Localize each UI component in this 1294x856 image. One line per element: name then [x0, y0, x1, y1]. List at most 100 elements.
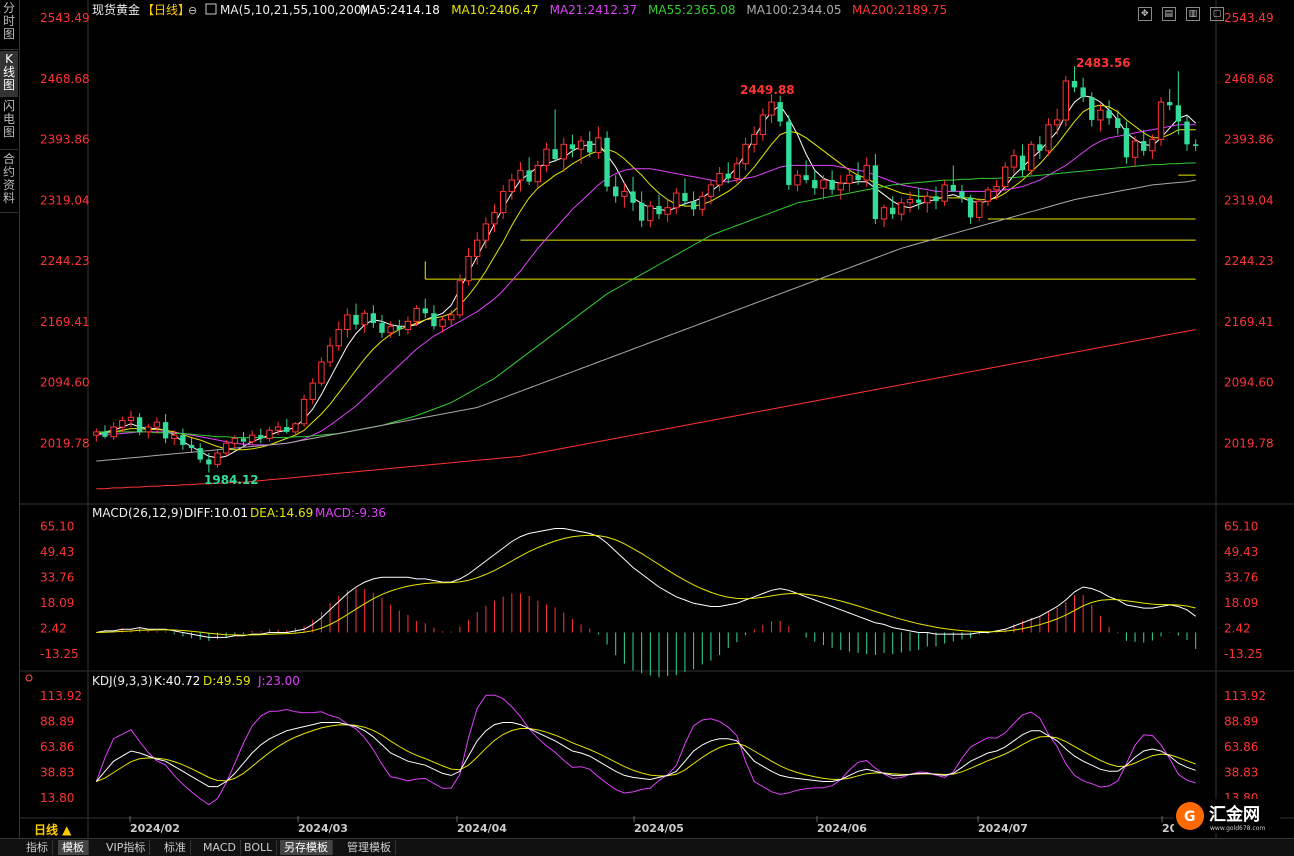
kdj-marker-icon[interactable]: [25, 674, 33, 682]
candle-body: [110, 426, 117, 438]
candle-body: [248, 434, 256, 443]
macd-params: MACD(26,12,9): [92, 506, 183, 520]
tab-indicators[interactable]: 指标: [22, 840, 53, 855]
candle-body: [197, 448, 203, 460]
tab-boll[interactable]: BOLL: [240, 840, 278, 855]
candle-body: [1167, 102, 1173, 106]
candle-body: [222, 442, 230, 454]
candle-body: [915, 199, 922, 203]
candle-body: [751, 134, 758, 145]
tab-flash-chart[interactable]: 闪电图: [0, 98, 18, 150]
candle-body: [491, 212, 498, 225]
period-selector[interactable]: 日线 ▲: [34, 822, 72, 837]
logo-url: www.gold678.com: [1210, 825, 1265, 832]
candle-body: [1184, 121, 1190, 145]
candle-body: [984, 189, 992, 202]
ma-line-ma200: [96, 329, 1196, 490]
candle-body: [309, 382, 316, 400]
kdj-d-line: [96, 724, 1196, 782]
split-icon[interactable]: ▥: [1185, 7, 1200, 21]
candle-body: [577, 140, 585, 150]
tab-macd[interactable]: MACD: [199, 840, 241, 855]
price-chart[interactable]: 65.10 65.10 49.43 49.43 33.76 33.76 18.09 18.09…: [20, 0, 1294, 838]
candle-body: [933, 196, 939, 202]
kdj-tick-right: 38.83: [1224, 766, 1258, 780]
candle-body: [1115, 118, 1121, 129]
candle-body: [1131, 140, 1139, 158]
candle-body: [846, 174, 853, 184]
macd-tick-left: 49.43: [40, 545, 74, 559]
candle-body: [1089, 97, 1095, 120]
candle-body: [560, 143, 567, 160]
candle-body: [621, 190, 628, 197]
tab-manage-templates[interactable]: 管理模板: [343, 840, 396, 855]
ma-value-2: MA21:2412.37: [550, 3, 638, 17]
macd-tick-left: 65.10: [40, 520, 74, 534]
candle-body: [153, 421, 161, 428]
price-tick-left: 2468.68: [40, 72, 90, 86]
date-tick: 2024/05: [634, 822, 684, 835]
settings-icon[interactable]: ⊖: [188, 4, 197, 17]
candle-body: [664, 207, 671, 215]
candle-body: [517, 169, 524, 181]
candle-body: [180, 435, 186, 445]
ma-line-ma55: [96, 162, 1196, 439]
candle-body: [318, 361, 325, 384]
candle-body: [552, 149, 558, 159]
tab-contract-info[interactable]: 合约资料: [0, 151, 18, 213]
grid-icon[interactable]: ▤: [1161, 7, 1176, 21]
svg-text:G: G: [1184, 809, 1196, 825]
date-tick: 2024/06: [817, 822, 867, 835]
chart-toolbar: ✥ ▤ ▥ ▢: [1133, 1, 1224, 21]
move-icon[interactable]: ✥: [1137, 7, 1152, 21]
indicator-icon[interactable]: [205, 3, 217, 15]
fullscreen-icon[interactable]: ▢: [1210, 7, 1224, 21]
candle-body: [240, 438, 247, 442]
candle-body: [863, 164, 870, 181]
price-tick-left: 2169.41: [40, 315, 90, 329]
macd-tick-right: 65.10: [1224, 520, 1258, 534]
date-tick: 2024/04: [457, 822, 507, 835]
gold678-logo: G 汇金网 www.gold678.com: [1174, 799, 1280, 833]
candle-body: [1062, 80, 1070, 121]
macd-dea: DEA:14.69: [250, 506, 313, 520]
candle-body: [707, 184, 715, 197]
candle-body: [231, 437, 239, 444]
macd-tick-right: 49.43: [1224, 545, 1258, 559]
price-tick-left: 2094.60: [40, 376, 90, 390]
candle-body: [1071, 80, 1078, 88]
candle-body: [630, 191, 636, 203]
candle-body: [924, 195, 931, 204]
candle-body: [906, 199, 914, 204]
tab-save-template[interactable]: 另存模板: [280, 840, 333, 855]
candle-body: [604, 137, 610, 187]
tab-timeshare[interactable]: 分时图: [0, 0, 18, 50]
candle-body: [102, 431, 108, 437]
candle-body: [439, 319, 446, 327]
candle-body: [162, 422, 169, 439]
price-tick-right: 2169.41: [1224, 315, 1274, 329]
candle-body: [967, 197, 974, 218]
tab-vip-indicators[interactable]: VIP指标: [102, 840, 151, 855]
kdj-tick-left: 38.83: [40, 766, 74, 780]
candle-body: [1192, 144, 1199, 146]
candle-body: [595, 137, 602, 153]
candle-body: [361, 312, 368, 326]
candle-body: [171, 434, 178, 439]
ma-value-4: MA100:2344.05: [746, 3, 841, 17]
candle-body: [872, 165, 879, 220]
tab-standard[interactable]: 标准: [160, 840, 191, 855]
tab-kline[interactable]: K线图: [0, 51, 18, 97]
candle-body: [387, 325, 394, 334]
kdj-j-line: [95, 694, 1196, 806]
candle-body: [690, 201, 697, 210]
candle-body: [976, 200, 983, 218]
candle-body: [326, 345, 334, 363]
macd-tick-left: 33.76: [40, 571, 74, 585]
candle-body: [292, 423, 299, 433]
candle-body: [638, 202, 645, 221]
candle-body: [812, 180, 818, 189]
tab-templates[interactable]: 模板: [58, 840, 89, 855]
candle-body: [587, 141, 593, 153]
left-sidebar: 分时图 K线图 闪电图 合约资料: [0, 0, 20, 840]
